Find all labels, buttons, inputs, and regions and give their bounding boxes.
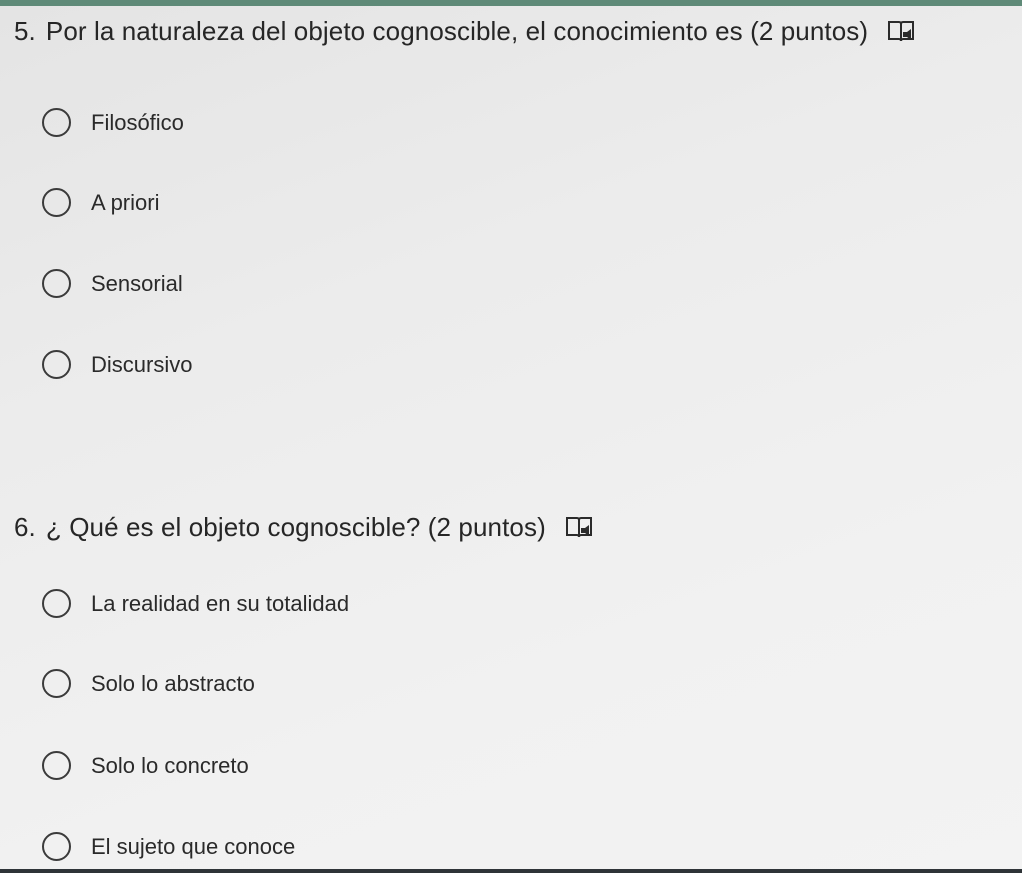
option-label: La realidad en su totalidad [91, 590, 350, 616]
option-solo-abstracto[interactable]: Solo lo abstracto [42, 669, 255, 698]
option-discursivo[interactable]: Discursivo [42, 350, 192, 379]
option-realidad-totalidad[interactable]: La realidad en su totalidad [42, 589, 349, 618]
immersive-reader-icon[interactable] [886, 19, 916, 45]
option-label: Discursivo [91, 351, 193, 377]
option-label: El sujeto que conoce [91, 833, 296, 859]
immersive-reader-icon[interactable] [564, 515, 594, 541]
option-solo-concreto[interactable]: Solo lo concreto [42, 751, 249, 780]
question-text: Por la naturaleza del objeto cognoscible… [45, 16, 869, 46]
option-label: A priori [91, 189, 160, 215]
radio-button[interactable] [42, 669, 71, 698]
option-sensorial[interactable]: Sensorial [42, 269, 183, 298]
question-title: 5. Por la naturaleza del objeto cognosci… [14, 16, 916, 47]
question-title: 6. ¿ Qué es el objeto cognoscible? (2 pu… [14, 512, 594, 543]
radio-button[interactable] [42, 751, 71, 780]
option-label: Solo lo abstracto [91, 670, 255, 696]
question-number: 6. [14, 512, 36, 542]
option-sujeto-conoce[interactable]: El sujeto que conoce [42, 832, 295, 861]
radio-button[interactable] [42, 108, 71, 137]
option-label: Solo lo concreto [91, 752, 249, 778]
radio-button[interactable] [42, 589, 71, 618]
option-filosofico[interactable]: Filosófico [42, 108, 184, 137]
option-label: Filosófico [91, 109, 184, 135]
question-number: 5. [14, 16, 36, 46]
option-label: Sensorial [91, 270, 183, 296]
question-text: ¿ Qué es el objeto cognoscible? (2 punto… [45, 512, 546, 542]
radio-button[interactable] [42, 188, 71, 217]
window-bottom-strip [0, 869, 1022, 873]
radio-button[interactable] [42, 350, 71, 379]
option-a-priori[interactable]: A priori [42, 188, 159, 217]
radio-button[interactable] [42, 832, 71, 861]
window-top-strip [0, 0, 1022, 6]
radio-button[interactable] [42, 269, 71, 298]
